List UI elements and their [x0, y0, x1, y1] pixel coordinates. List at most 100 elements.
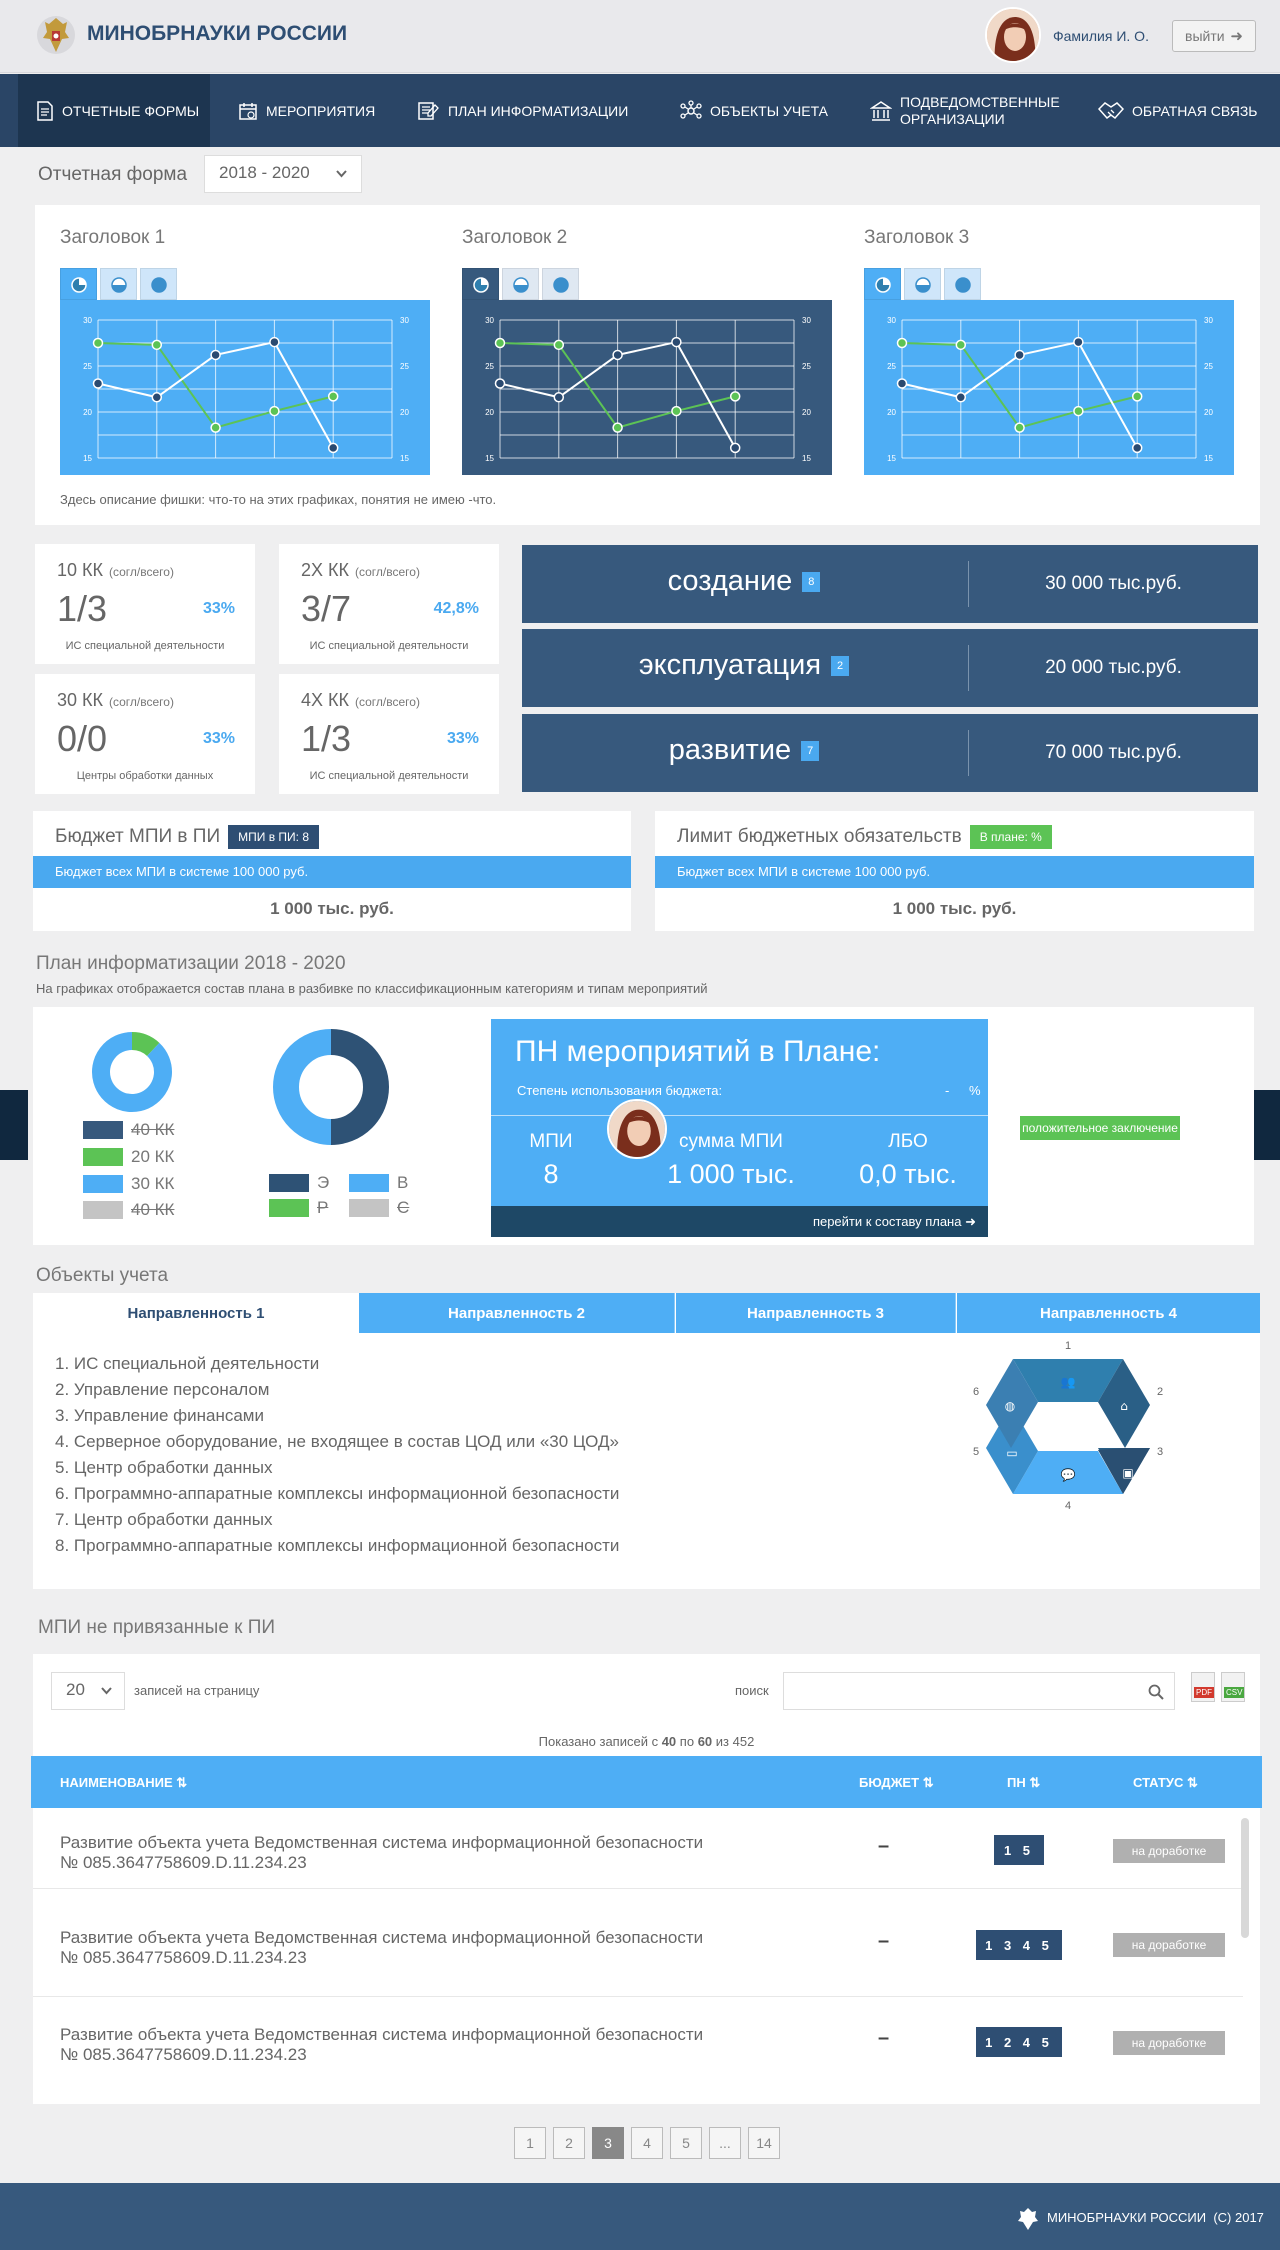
table-row[interactable]: Развитие объекта учета Ведомственная сис… — [33, 1809, 1243, 1889]
pdf-export-icon[interactable]: PDF — [1191, 1672, 1215, 1702]
page-button[interactable]: 1 — [514, 2127, 546, 2159]
y-tick-label-left: 30 — [887, 316, 896, 325]
series-point-2 — [671, 336, 682, 348]
row-name-line: № 085.3647758609.D.11.234.23 — [60, 2045, 307, 2064]
legend-item[interactable]: С — [349, 1198, 409, 1218]
tab-direction-3[interactable]: Направленность 3 — [676, 1293, 956, 1333]
stage-count: 8 — [802, 572, 821, 593]
side-band-left — [0, 1090, 28, 1160]
stage-operation[interactable]: эксплуатация 2 20 000 тыс.руб. — [522, 629, 1258, 707]
series-point-1 — [896, 337, 908, 349]
plan-composition-link[interactable]: перейти к составу плана ➜ — [813, 1214, 976, 1230]
tab-direction-2[interactable]: Направленность 2 — [359, 1293, 675, 1333]
y-tick-label-right: 25 — [1204, 362, 1213, 371]
y-tick-label-left: 15 — [83, 454, 92, 463]
y-tick-label-right: 20 — [1204, 408, 1213, 417]
hexagon-diagram: 👥 ⌂ ▣ 💬 ▭ ◍ 1 2 3 4 5 6 — [973, 1340, 1163, 1512]
legend-item[interactable]: 30 КК — [83, 1174, 174, 1194]
series-point-2 — [210, 349, 221, 361]
table-header: НАИМЕНОВАНИЕ ⇅ БЮДЖЕТ ⇅ ПН ⇅ СТАТУС ⇅ — [31, 1756, 1262, 1808]
pn-badge: 1 3 4 5 — [976, 1930, 1062, 1960]
stage-amount: 20 000 тыс.руб. — [1045, 657, 1182, 678]
tab-direction-4[interactable]: Направленность 4 — [957, 1293, 1260, 1333]
legend-item[interactable]: Р — [269, 1198, 328, 1218]
table-scrollbar[interactable] — [1241, 1818, 1249, 1938]
pie-full-tab-icon[interactable] — [542, 268, 579, 300]
pie-half-tab-icon[interactable] — [100, 268, 137, 300]
legend-item[interactable]: Э — [269, 1173, 329, 1193]
nav-item-plan[interactable]: ПЛАН ИНФОРМАТИЗАЦИИ — [418, 74, 628, 147]
svg-text:👥: 👥 — [1061, 1375, 1076, 1389]
legend-label: 20 КК — [131, 1147, 175, 1166]
nav-item-events[interactable]: МЕРОПРИЯТИЯ — [238, 74, 375, 147]
y-tick-label-left: 30 — [485, 316, 494, 325]
legend-item[interactable]: 20 КК — [83, 1147, 174, 1167]
search-icon — [1148, 1684, 1164, 1700]
budget-badge: МПИ в ПИ: 8 — [228, 825, 320, 849]
plan-link-label: перейти к составу плана — [812, 1214, 962, 1229]
col-pn-label: ПН — [1007, 1775, 1026, 1790]
page-button[interactable]: 5 — [670, 2127, 702, 2159]
legend-label: 40 КК — [131, 1120, 175, 1139]
list-item: 5. Центр обработки данных — [55, 1458, 273, 1477]
stat-caption: ИС специальной деятельности — [309, 640, 469, 652]
y-tick-label-right: 25 — [802, 362, 811, 371]
user-name[interactable]: Фамилия И. О. — [1053, 28, 1149, 44]
legend-swatch — [83, 1175, 123, 1193]
stat-percent: 33% — [202, 730, 235, 747]
y-tick-label-right: 30 — [1204, 316, 1213, 325]
per-page-select[interactable]: 20 — [51, 1672, 125, 1710]
legend-swatch — [83, 1121, 123, 1139]
page-button[interactable]: 2 — [553, 2127, 585, 2159]
pie-half-tab-icon[interactable] — [502, 268, 539, 300]
stat-caption: Центры обработки данных — [76, 770, 214, 782]
arrow-right-icon: ➜ — [965, 1214, 976, 1229]
page-button[interactable]: 14 — [748, 2127, 780, 2159]
nav-item-feedback[interactable]: ОБРАТНАЯ СВЯЗЬ — [1098, 74, 1257, 147]
list-item: 8. Программно-аппаратные комплексы инфор… — [55, 1536, 620, 1555]
user-avatar[interactable] — [985, 7, 1041, 63]
divider — [491, 1115, 988, 1116]
chart-title-2: Заголовок 2 — [462, 227, 568, 248]
brand-title[interactable]: МИНОБРНАУКИ РОССИИ — [87, 22, 347, 46]
svg-text:⌂: ⌂ — [1120, 1399, 1128, 1413]
budget-title: Бюджет МПИ в ПИ — [55, 826, 221, 848]
y-tick-label-left: 15 — [887, 454, 896, 463]
lbo-label: ЛБО — [888, 1131, 928, 1152]
nav-item-reports[interactable]: ОТЧЕТНЫЕ ФОРМЫ — [18, 74, 210, 147]
pie-quarter-tab-icon[interactable] — [864, 268, 901, 300]
table-row[interactable]: Развитие объекта учета Ведомственная сис… — [33, 1999, 1243, 2089]
pie-full-tab-icon[interactable] — [140, 268, 177, 300]
stage-creation[interactable]: создание 8 30 000 тыс.руб. — [522, 545, 1258, 623]
pie-full-tab-icon[interactable] — [944, 268, 981, 300]
nav-item-organizations[interactable]: ПОДВЕДОМСТВЕННЫЕ ОРГАНИЗАЦИИ — [870, 74, 1070, 147]
pie-half-tab-icon[interactable] — [904, 268, 941, 300]
side-band-right — [1252, 1090, 1280, 1160]
logout-button[interactable]: выйти ➜ — [1172, 20, 1256, 52]
nav-item-objects[interactable]: ОБЪЕКТЫ УЧЕТА — [680, 74, 828, 147]
col-status-header[interactable]: СТАТУС ⇅ — [1133, 1775, 1198, 1791]
search-input[interactable] — [783, 1672, 1175, 1710]
stat-sub: (согл/всего) — [109, 695, 174, 709]
stat-value: 1/3 — [57, 588, 108, 629]
col-pn-header[interactable]: ПН ⇅ — [1007, 1775, 1040, 1791]
stage-development[interactable]: развитие 7 70 000 тыс.руб. — [522, 714, 1258, 792]
pie-quarter-tab-icon[interactable] — [60, 268, 97, 300]
legend-swatch — [269, 1199, 309, 1217]
col-name-header[interactable]: НАИМЕНОВАНИЕ ⇅ — [60, 1775, 187, 1791]
legend-item[interactable]: 40 КК — [83, 1120, 174, 1140]
csv-export-icon[interactable]: CSV — [1221, 1672, 1245, 1702]
col-budget-header[interactable]: БЮДЖЕТ ⇅ — [859, 1775, 934, 1791]
pie-quarter-tab-icon[interactable] — [462, 268, 499, 300]
mpi-label: МПИ — [529, 1131, 573, 1152]
records-from: 40 — [661, 1734, 677, 1749]
legend-item[interactable]: 40 КК — [83, 1200, 174, 1220]
legend-item[interactable]: В — [349, 1173, 408, 1193]
page-button-current[interactable]: 3 — [592, 2127, 624, 2159]
nav-label: ОБРАТНАЯ СВЯЗЬ — [1132, 102, 1258, 119]
series-point-2 — [955, 392, 967, 403]
page-button[interactable]: 4 — [631, 2127, 663, 2159]
tab-direction-1[interactable]: Направленность 1 — [33, 1293, 359, 1333]
period-select[interactable]: 2018 - 2020 — [204, 155, 362, 193]
table-row[interactable]: Развитие объекта учета Ведомственная сис… — [33, 1897, 1243, 1997]
